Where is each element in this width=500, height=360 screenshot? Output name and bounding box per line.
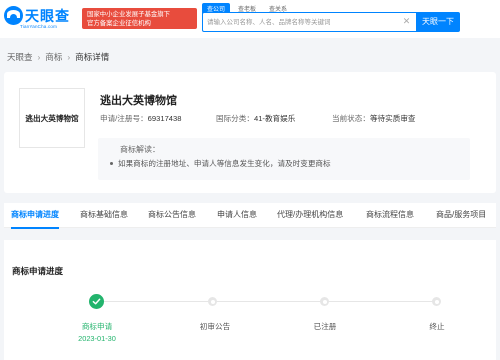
current-status-label: 当前状态： [332, 114, 370, 123]
trademark-info-card: 逃出大英博物馆 逃出大英博物馆 申请/注册号：69317438 国际分类：41-… [4, 72, 496, 193]
badge-line-2: 官方备案企业征信机构 [87, 20, 151, 27]
trademark-hint-box: 商标解读： 如果商标的注册地址、申请人等信息发生变化，请及时变更商标 [98, 138, 470, 180]
clear-icon[interactable]: ✕ [402, 17, 411, 26]
current-status: 当前状态：等待实质审查 [332, 113, 416, 124]
tab-process[interactable]: 商标流程信息 [366, 203, 414, 228]
application-progress-card: 商标申请进度 商标申请 2023-01-30 初审公告 已注册 终止 [4, 240, 496, 360]
bullet-icon [110, 162, 113, 165]
step-pending-dot-icon [320, 297, 329, 306]
international-class: 国际分类：41-教育娱乐 [216, 113, 295, 124]
step-complete-check-icon [89, 294, 104, 309]
current-status-value: 等待实质审查 [369, 114, 416, 123]
tianyancha-logo-icon[interactable] [4, 6, 23, 25]
breadcrumb-trademark[interactable]: 商标 [45, 51, 62, 63]
tab-goods-services[interactable]: 商品/服务项目 [436, 203, 486, 228]
tab-applicant[interactable]: 申请人信息 [217, 203, 257, 228]
logo-text[interactable]: 天眼查 [25, 6, 70, 26]
badge-line-1: 国家中小企业发展子基金旗下 [87, 11, 171, 18]
breadcrumb-separator-icon: › [67, 52, 71, 62]
breadcrumb-separator-icon: › [37, 52, 41, 62]
search-input[interactable] [203, 13, 393, 31]
trademark-image: 逃出大英博物馆 [19, 88, 85, 148]
step-label-preliminary: 初审公告 [199, 322, 231, 331]
registration-number-value: 69317438 [147, 114, 182, 123]
hint-item: 如果商标的注册地址、申请人等信息发生变化，请及时变更商标 [110, 158, 331, 169]
tab-agency[interactable]: 代理/办理机构信息 [277, 203, 343, 228]
registration-number: 申请/注册号：69317438 [100, 113, 181, 124]
breadcrumb: 天眼查 › 商标 › 商标详情 [7, 51, 109, 63]
trademark-name: 逃出大英博物馆 [100, 95, 177, 107]
progress-section-title: 商标申请进度 [12, 266, 64, 276]
progress-track [95, 301, 440, 302]
official-badge: 国家中小企业发展子基金旗下 官方备案企业征信机构 [82, 8, 197, 29]
step-pending-dot-icon [208, 297, 217, 306]
step-label-terminated: 终止 [429, 322, 445, 331]
tab-announcement[interactable]: 商标公告信息 [148, 203, 196, 228]
breadcrumb-home[interactable]: 天眼查 [7, 51, 33, 63]
search-button[interactable]: 天眼一下 [416, 12, 460, 32]
international-class-label: 国际分类： [216, 114, 254, 123]
search-box: ✕ [202, 12, 416, 32]
international-class-value: 41-教育娱乐 [253, 114, 296, 123]
hint-title: 商标解读： [120, 145, 160, 154]
breadcrumb-current: 商标详情 [75, 52, 110, 62]
step-date-application: 2023-01-30 [78, 334, 116, 343]
detail-tabs: 商标申请进度 商标基础信息 商标公告信息 申请人信息 代理/办理机构信息 商标流… [4, 203, 496, 229]
step-pending-dot-icon [432, 297, 441, 306]
tab-application-progress[interactable]: 商标申请进度 [11, 203, 59, 229]
logo-subtitle: TianYanCha.com [20, 24, 58, 29]
hint-item-text: 如果商标的注册地址、申请人等信息发生变化，请及时变更商标 [118, 159, 331, 168]
step-label-registered: 已注册 [313, 322, 337, 331]
step-label-application: 商标申请 [81, 322, 113, 331]
registration-number-label: 申请/注册号： [100, 114, 148, 123]
top-header: 天眼查 TianYanCha.com 国家中小企业发展子基金旗下 官方备案企业征… [0, 0, 500, 38]
tab-basic-info[interactable]: 商标基础信息 [80, 203, 128, 228]
